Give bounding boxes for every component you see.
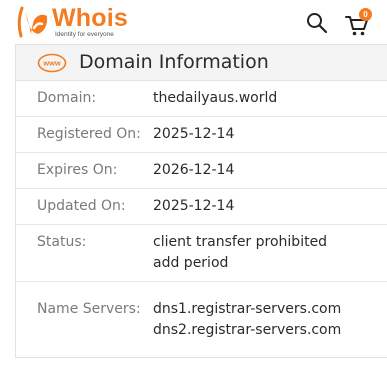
domain-row: Domain: thedailyaus.world xyxy=(16,81,387,117)
panel-title: Domain Information xyxy=(79,51,269,73)
updated-on-value: 2025-12-14 xyxy=(153,198,235,214)
expires-on-value: 2026-12-14 xyxy=(153,162,235,178)
logo-tagline: Identity for everyone xyxy=(55,31,114,38)
www-icon: www xyxy=(37,53,67,73)
registered-on-label: Registered On: xyxy=(37,126,141,142)
updated-on-label: Updated On: xyxy=(37,198,126,214)
search-icon xyxy=(307,13,328,34)
name-servers-label: Name Servers: xyxy=(37,301,141,317)
updated-on-row: Updated On: 2025-12-14 xyxy=(16,189,387,225)
name-server-1: dns1.registrar-servers.com xyxy=(153,301,342,317)
status-value-2: add period xyxy=(153,255,229,271)
logo-text: Whois xyxy=(52,4,128,32)
status-label: Status: xyxy=(37,234,87,250)
logo-mark-icon xyxy=(17,6,48,38)
registered-on-value: 2025-12-14 xyxy=(153,126,235,142)
registered-on-row: Registered On: 2025-12-14 xyxy=(16,117,387,153)
www-icon-text: www xyxy=(42,59,61,68)
expires-on-label: Expires On: xyxy=(37,162,118,178)
domain-information-panel: www Domain Information Domain: thedailya… xyxy=(15,44,387,358)
name-servers-row: Name Servers: dns1.registrar-servers.com… xyxy=(16,282,387,352)
panel-header: www Domain Information xyxy=(16,45,387,81)
status-value-1: client transfer prohibited xyxy=(153,234,328,250)
search-button[interactable] xyxy=(306,12,328,34)
name-server-2: dns2.registrar-servers.com xyxy=(153,322,342,338)
cart-button[interactable]: 0 xyxy=(344,8,372,36)
cart-count-badge: 0 xyxy=(359,8,372,21)
whois-logo[interactable]: Whois Identity for everyone xyxy=(16,4,156,38)
domain-label: Domain: xyxy=(37,90,97,106)
status-row: Status: client transfer prohibited add p… xyxy=(16,225,387,282)
site-header: Whois Identity for everyone 0 xyxy=(0,0,387,44)
expires-on-row: Expires On: 2026-12-14 xyxy=(16,153,387,189)
domain-value: thedailyaus.world xyxy=(153,90,278,106)
